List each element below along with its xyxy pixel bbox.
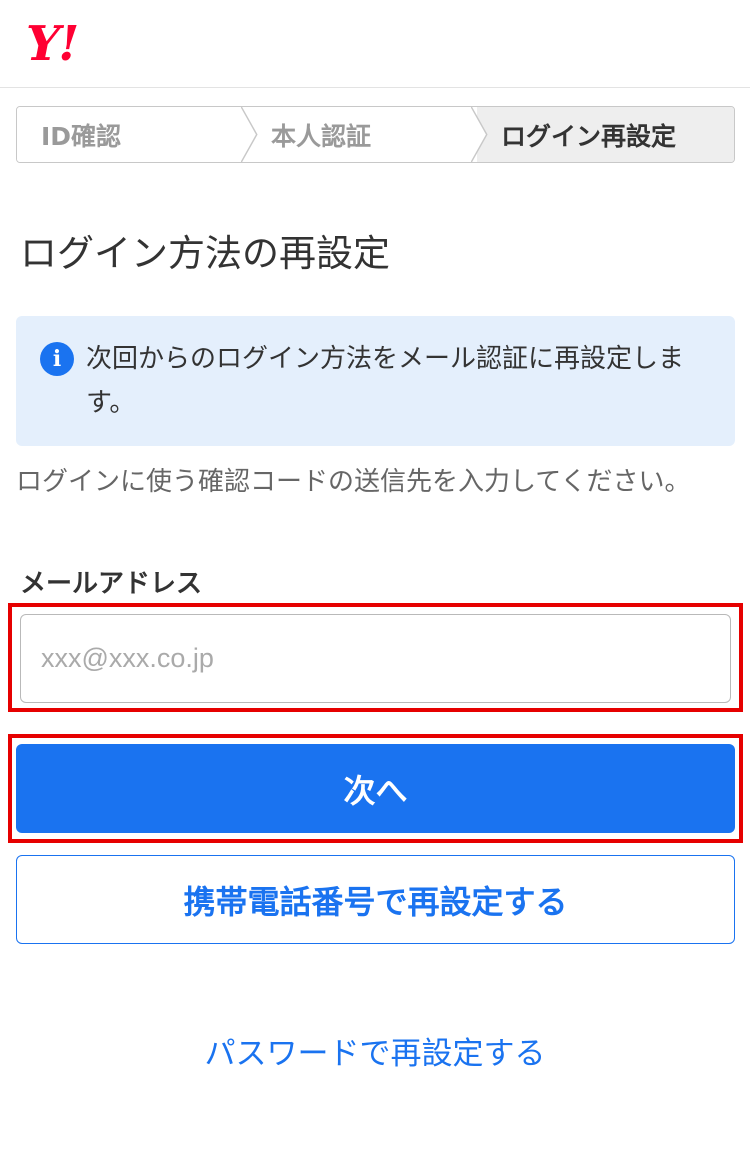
chevron-right-icon <box>241 107 258 162</box>
info-icon: i <box>40 342 74 376</box>
page-title: ログイン方法の再設定 <box>20 232 390 275</box>
email-field-label: メールアドレス <box>20 569 203 599</box>
step-id-confirm: ID確認 <box>17 107 247 162</box>
step-label: ログイン再設定 <box>501 121 677 151</box>
chevron-right-icon <box>471 107 488 162</box>
step-login-reset-current: ログイン再設定 <box>477 107 734 162</box>
step-label: ID確認 <box>41 121 122 151</box>
next-button[interactable]: 次へ <box>16 744 735 833</box>
step-label: 本人認証 <box>271 121 372 151</box>
step-indicator: ID確認 本人認証 ログイン再設定 <box>16 106 735 163</box>
email-input[interactable] <box>20 614 731 703</box>
yahoo-logo[interactable]: Y! <box>26 16 79 72</box>
header: Y! <box>0 0 750 88</box>
reset-with-phone-button[interactable]: 携帯電話番号で再設定する <box>16 855 735 944</box>
reset-with-password-link[interactable]: パスワードで再設定する <box>0 1030 750 1078</box>
step-identity-verify: 本人認証 <box>247 107 477 162</box>
info-box: i 次回からのログイン方法をメール認証に再設定します。 <box>16 316 735 446</box>
info-message: 次回からのログイン方法をメール認証に再設定します。 <box>86 344 685 418</box>
instruction-text: ログインに使う確認コードの送信先を入力してください。 <box>16 467 691 497</box>
